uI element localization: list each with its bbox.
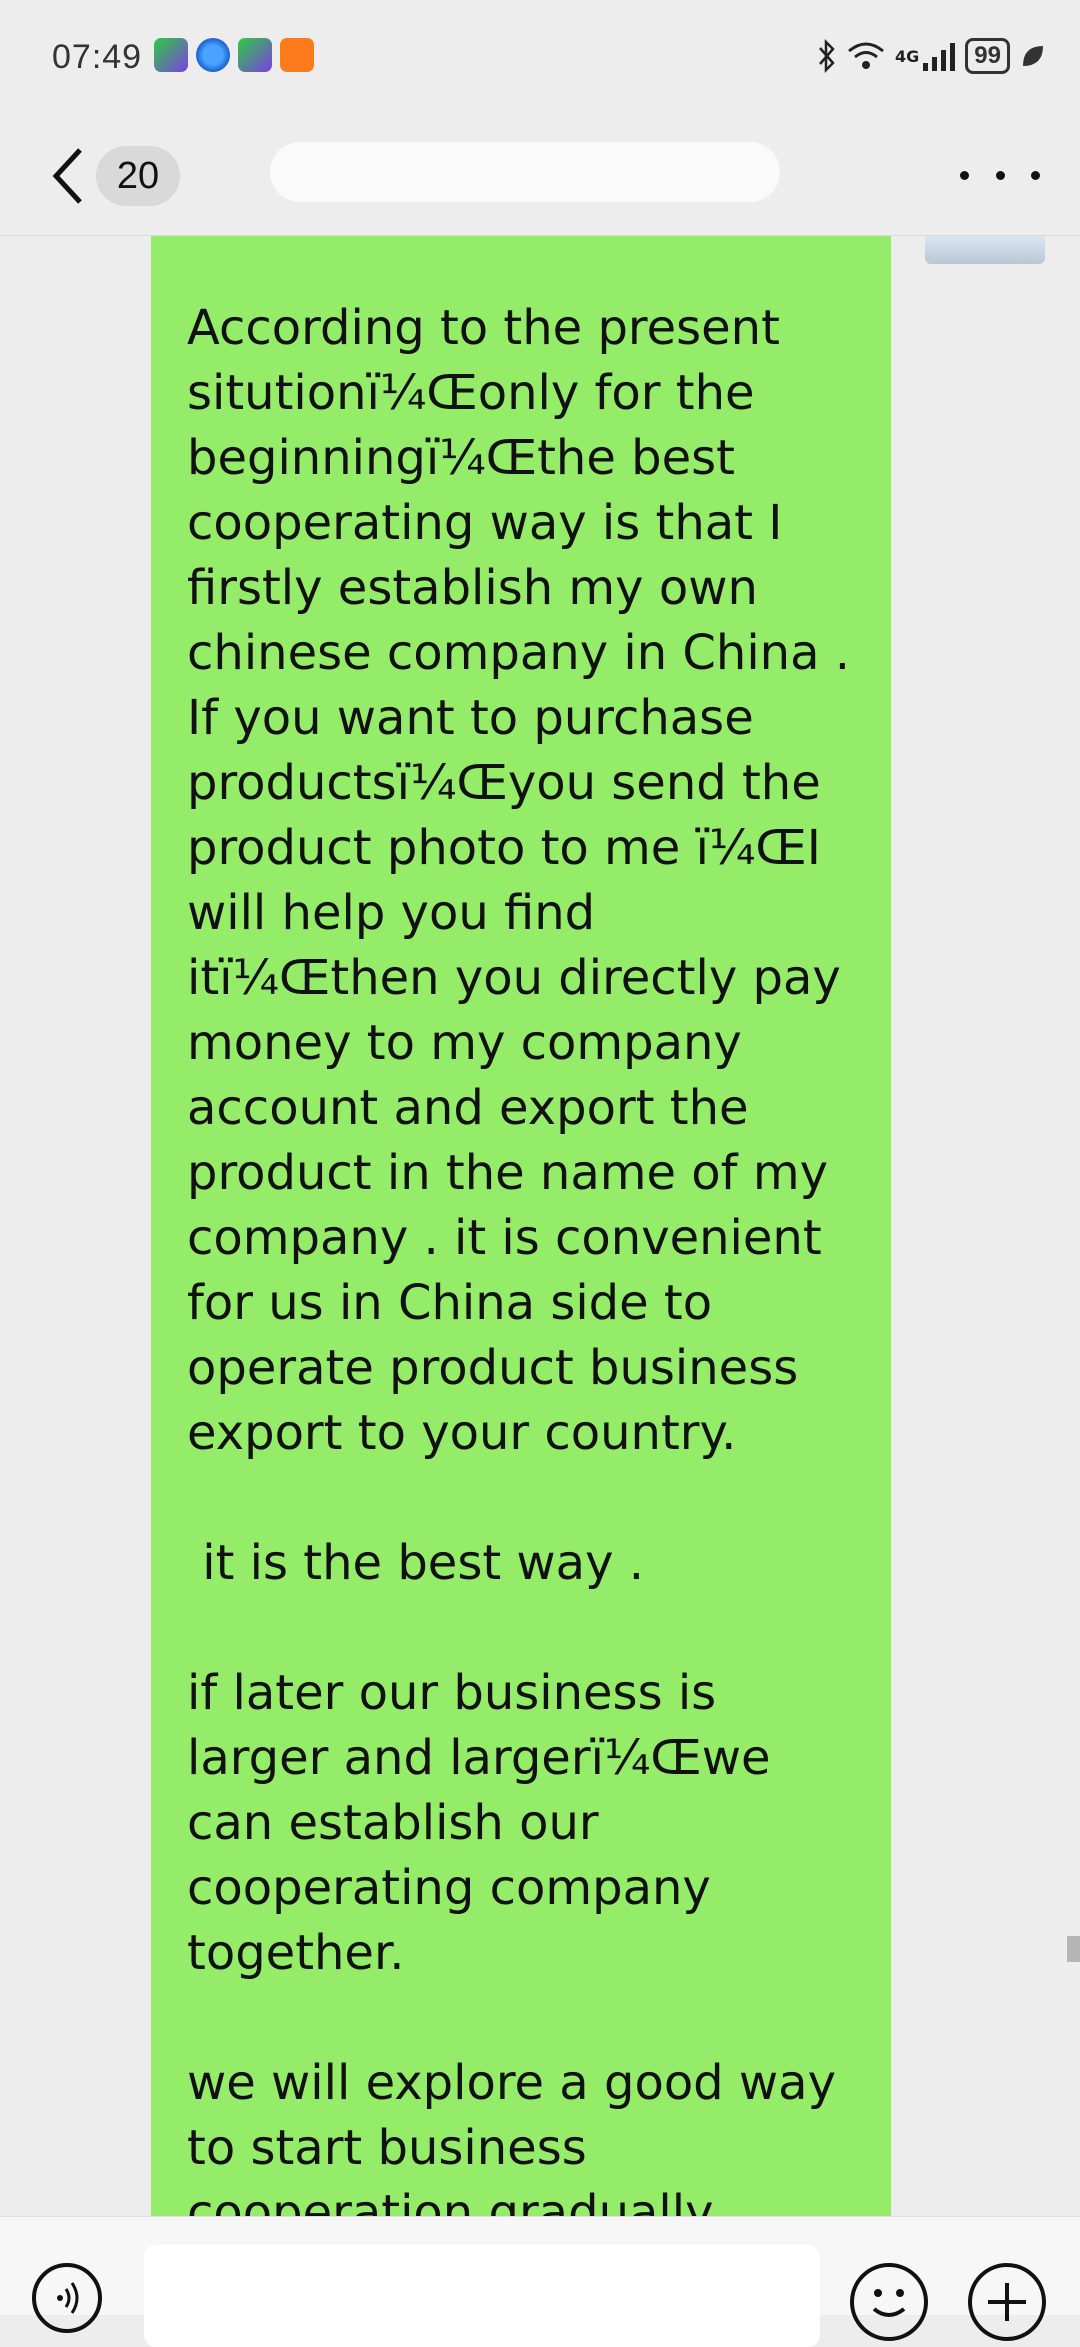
more-actions-button[interactable] — [968, 2263, 1046, 2341]
message-paragraph — [187, 1466, 851, 1531]
message-paragraph — [187, 1986, 851, 2051]
more-dot-icon — [1031, 170, 1040, 180]
message-paragraph: According to the present situtionï¼Œonly… — [187, 300, 866, 1461]
message-bubble[interactable]: According to the present situtionï¼Œonly… — [151, 236, 891, 2216]
message-paragraph — [187, 1596, 851, 1661]
chat-header: 20 — [0, 120, 1080, 236]
iqiyi-icon — [154, 38, 188, 72]
more-dot-icon — [960, 170, 969, 180]
avatar[interactable] — [925, 236, 1045, 264]
status-right: 4G 99 — [817, 34, 1046, 78]
emoji-button[interactable] — [850, 2263, 928, 2341]
iqiyi-icon — [238, 38, 272, 72]
status-bar: 07:49 4G 99 — [0, 0, 1080, 120]
emoji-icon — [872, 2289, 906, 2317]
browser-icon — [196, 38, 230, 72]
chevron-left-icon — [52, 148, 82, 204]
more-dot-icon — [995, 170, 1005, 180]
message-paragraph: if later our business is larger and larg… — [187, 1665, 786, 1981]
message-input[interactable] — [144, 2245, 820, 2347]
voice-icon — [57, 2282, 79, 2314]
contact-name-redacted — [270, 142, 780, 202]
wifi-icon — [848, 42, 884, 69]
input-bar — [0, 2216, 1080, 2347]
video-player-icon — [280, 38, 314, 72]
chat-area[interactable]: According to the present situtionï¼Œonly… — [0, 236, 1080, 2216]
bluetooth-icon — [819, 39, 835, 73]
battery-level: 99 — [965, 38, 1010, 74]
plus-icon — [988, 2283, 1026, 2321]
leaf-icon — [1023, 46, 1043, 66]
scrollbar-thumb[interactable] — [1067, 1936, 1080, 1962]
more-options-button[interactable] — [960, 160, 1040, 190]
message-paragraph: it is the best way . — [187, 1535, 644, 1591]
network-type: 4G — [895, 46, 920, 66]
message-paragraph: we will explore a good way to start busi… — [187, 2055, 852, 2216]
unread-count-badge[interactable]: 20 — [96, 146, 180, 206]
4g-signal-icon — [923, 43, 956, 71]
status-time: 07:49 — [52, 38, 143, 76]
back-button[interactable] — [46, 144, 94, 208]
voice-input-button[interactable] — [32, 2263, 102, 2333]
